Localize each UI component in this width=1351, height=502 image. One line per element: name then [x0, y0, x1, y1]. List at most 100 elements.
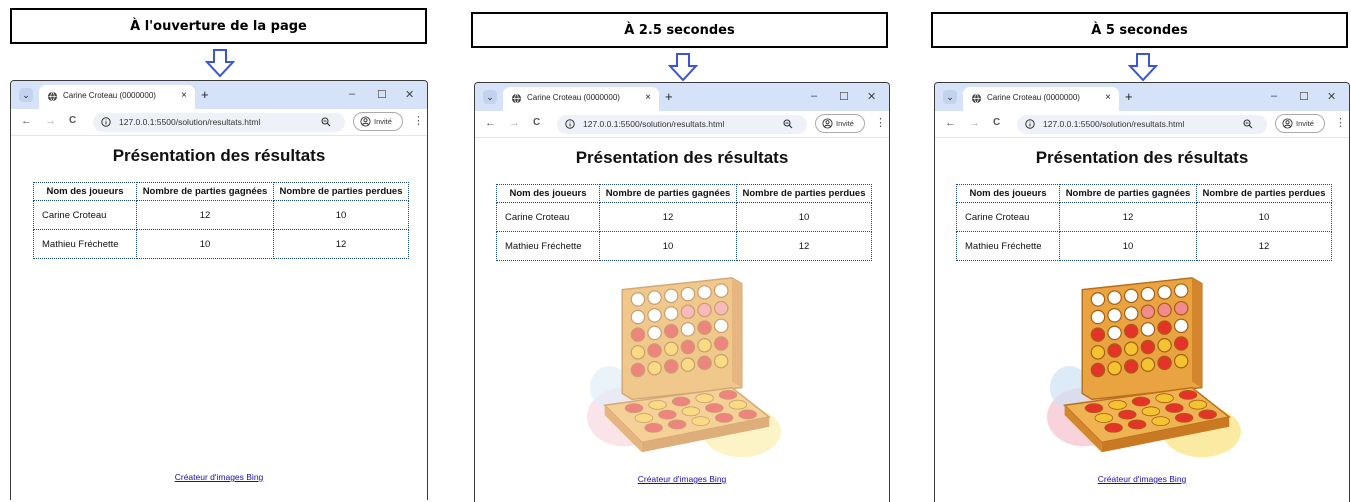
new-tab-icon[interactable]: +	[665, 89, 673, 104]
column-header: Nombre de parties perdues	[1196, 184, 1332, 203]
arrow-down-icon	[205, 49, 235, 78]
url-text: 127.0.0.1:5500/solution/resultats.html	[1043, 119, 1185, 129]
zoom-icon[interactable]	[783, 119, 793, 129]
site-info-icon[interactable]	[565, 119, 575, 129]
wins-cell: 12	[599, 202, 737, 232]
losses-cell: 10	[736, 202, 872, 232]
site-info-icon[interactable]	[1025, 119, 1035, 129]
new-tab-icon[interactable]: +	[201, 87, 209, 102]
guest-label: Invité	[836, 119, 854, 128]
zoom-icon[interactable]	[1243, 119, 1253, 129]
results-table: Nom des joueurs Nombre de parties gagnée…	[956, 184, 1332, 261]
browser-window: ⌄ Carine Croteau (0000000) × + – ☐ ✕ ← →…	[10, 80, 428, 500]
window-minimize-icon[interactable]: –	[811, 90, 817, 102]
column-header: Nombre de parties perdues	[736, 184, 872, 203]
forward-arrow-icon[interactable]: →	[509, 117, 520, 129]
back-arrow-icon[interactable]: ←	[21, 115, 32, 127]
browser-menu-icon[interactable]: ⋮	[875, 116, 886, 129]
tab-close-icon[interactable]: ×	[181, 90, 187, 101]
window-close-icon[interactable]: ✕	[867, 90, 876, 103]
url-text: 127.0.0.1:5500/solution/resultats.html	[583, 119, 725, 129]
browser-tab[interactable]: Carine Croteau (0000000) ×	[963, 87, 1119, 111]
player-name-cell: Mathieu Fréchette	[496, 231, 600, 261]
table-header-row: Nom des joueurs Nombre de parties gagnée…	[956, 184, 1332, 203]
bing-image-creator-link[interactable]: Créateur d'images Bing	[935, 474, 1349, 484]
address-bar[interactable]: 127.0.0.1:5500/solution/resultats.html	[557, 115, 807, 134]
bing-image-creator-link[interactable]: Créateur d'images Bing	[11, 472, 427, 482]
guest-profile-button[interactable]: Invité	[815, 114, 865, 133]
back-arrow-icon[interactable]: ←	[945, 117, 956, 129]
address-bar[interactable]: 127.0.0.1:5500/solution/resultats.html	[1017, 115, 1267, 134]
guest-avatar-icon	[822, 118, 833, 129]
page-title: Présentation des résultats	[1035, 148, 1249, 167]
guest-profile-button[interactable]: Invité	[353, 112, 403, 131]
tab-close-icon[interactable]: ×	[1105, 92, 1111, 103]
forward-arrow-icon[interactable]: →	[45, 115, 56, 127]
column-header: Nombre de parties gagnées	[599, 184, 737, 203]
browser-window: ⌄ Carine Croteau (0000000) × + – ☐ ✕ ← →…	[474, 82, 890, 502]
window-maximize-icon[interactable]: ☐	[839, 90, 849, 103]
reload-icon[interactable]: C	[993, 117, 1000, 128]
player-name-cell: Carine Croteau	[33, 200, 137, 230]
browser-menu-icon[interactable]: ⋮	[1335, 116, 1346, 129]
table-header-row: Nom des joueurs Nombre de parties gagnée…	[33, 182, 409, 201]
forward-arrow-icon[interactable]: →	[969, 117, 980, 129]
tab-close-icon[interactable]: ×	[645, 92, 651, 103]
new-tab-icon[interactable]: +	[1125, 89, 1133, 104]
browser-tab[interactable]: Carine Croteau (0000000) ×	[503, 87, 659, 111]
window-minimize-icon[interactable]: –	[1271, 90, 1277, 102]
losses-cell: 12	[736, 231, 872, 261]
wins-cell: 12	[136, 200, 274, 230]
losses-cell: 12	[273, 229, 409, 259]
window-close-icon[interactable]: ✕	[1327, 90, 1336, 103]
browser-window: ⌄ Carine Croteau (0000000) × + – ☐ ✕ ← →…	[934, 82, 1350, 502]
reload-icon[interactable]: C	[69, 115, 76, 126]
globe-icon	[511, 93, 522, 104]
window-minimize-icon[interactable]: –	[349, 88, 355, 100]
table-row: Carine Croteau 12 10	[33, 200, 409, 230]
tab-strip: ⌄ Carine Croteau (0000000) × + – ☐ ✕	[935, 83, 1349, 111]
tab-search-chevron-icon[interactable]: ⌄	[943, 90, 957, 104]
column-header: Nombre de parties gagnées	[1059, 184, 1197, 203]
browser-toolbar: ← → C 127.0.0.1:5500/solution/resultats.…	[935, 111, 1349, 138]
column-header: Nombre de parties perdues	[273, 182, 409, 201]
results-table: Nom des joueurs Nombre de parties gagnée…	[33, 182, 409, 259]
browser-tab[interactable]: Carine Croteau (0000000) ×	[39, 85, 195, 109]
reload-icon[interactable]: C	[533, 117, 540, 128]
connect-four-image	[586, 277, 781, 458]
caption-label: À l'ouverture de la page	[130, 18, 307, 34]
player-name-cell: Carine Croteau	[496, 202, 600, 232]
table-row: Carine Croteau 12 10	[496, 202, 872, 232]
tab-search-chevron-icon[interactable]: ⌄	[483, 90, 497, 104]
window-close-icon[interactable]: ✕	[405, 88, 414, 101]
browser-toolbar: ← → C 127.0.0.1:5500/solution/resultats.…	[475, 111, 889, 138]
tab-title: Carine Croteau (0000000)	[63, 91, 156, 100]
back-arrow-icon[interactable]: ←	[485, 117, 496, 129]
window-maximize-icon[interactable]: ☐	[377, 88, 387, 101]
guest-avatar-icon	[360, 116, 371, 127]
caption-label: À 2.5 secondes	[624, 22, 735, 38]
losses-cell: 10	[273, 200, 409, 230]
window-maximize-icon[interactable]: ☐	[1299, 90, 1309, 103]
address-bar[interactable]: 127.0.0.1:5500/solution/resultats.html	[93, 113, 345, 132]
tab-title: Carine Croteau (0000000)	[987, 93, 1080, 102]
guest-label: Invité	[374, 117, 392, 126]
tab-strip: ⌄ Carine Croteau (0000000) × + – ☐ ✕	[475, 83, 889, 111]
zoom-icon[interactable]	[321, 117, 331, 127]
losses-cell: 12	[1196, 231, 1332, 261]
column-header: Nombre de parties gagnées	[136, 182, 274, 201]
losses-cell: 10	[1196, 202, 1332, 232]
page-title: Présentation des résultats	[112, 146, 326, 165]
arrow-down-icon	[1128, 53, 1158, 82]
guest-profile-button[interactable]: Invité	[1275, 114, 1325, 133]
site-info-icon[interactable]	[101, 117, 111, 127]
tab-strip: ⌄ Carine Croteau (0000000) × + – ☐ ✕	[11, 81, 427, 109]
caption-label: À 5 secondes	[1091, 22, 1188, 38]
bing-image-creator-link[interactable]: Créateur d'images Bing	[475, 474, 889, 484]
column-header: Nom des joueurs	[496, 184, 600, 203]
url-text: 127.0.0.1:5500/solution/resultats.html	[119, 117, 261, 127]
column-header: Nom des joueurs	[956, 184, 1060, 203]
browser-menu-icon[interactable]: ⋮	[413, 114, 424, 127]
tab-search-chevron-icon[interactable]: ⌄	[19, 88, 33, 102]
column-header: Nom des joueurs	[33, 182, 137, 201]
